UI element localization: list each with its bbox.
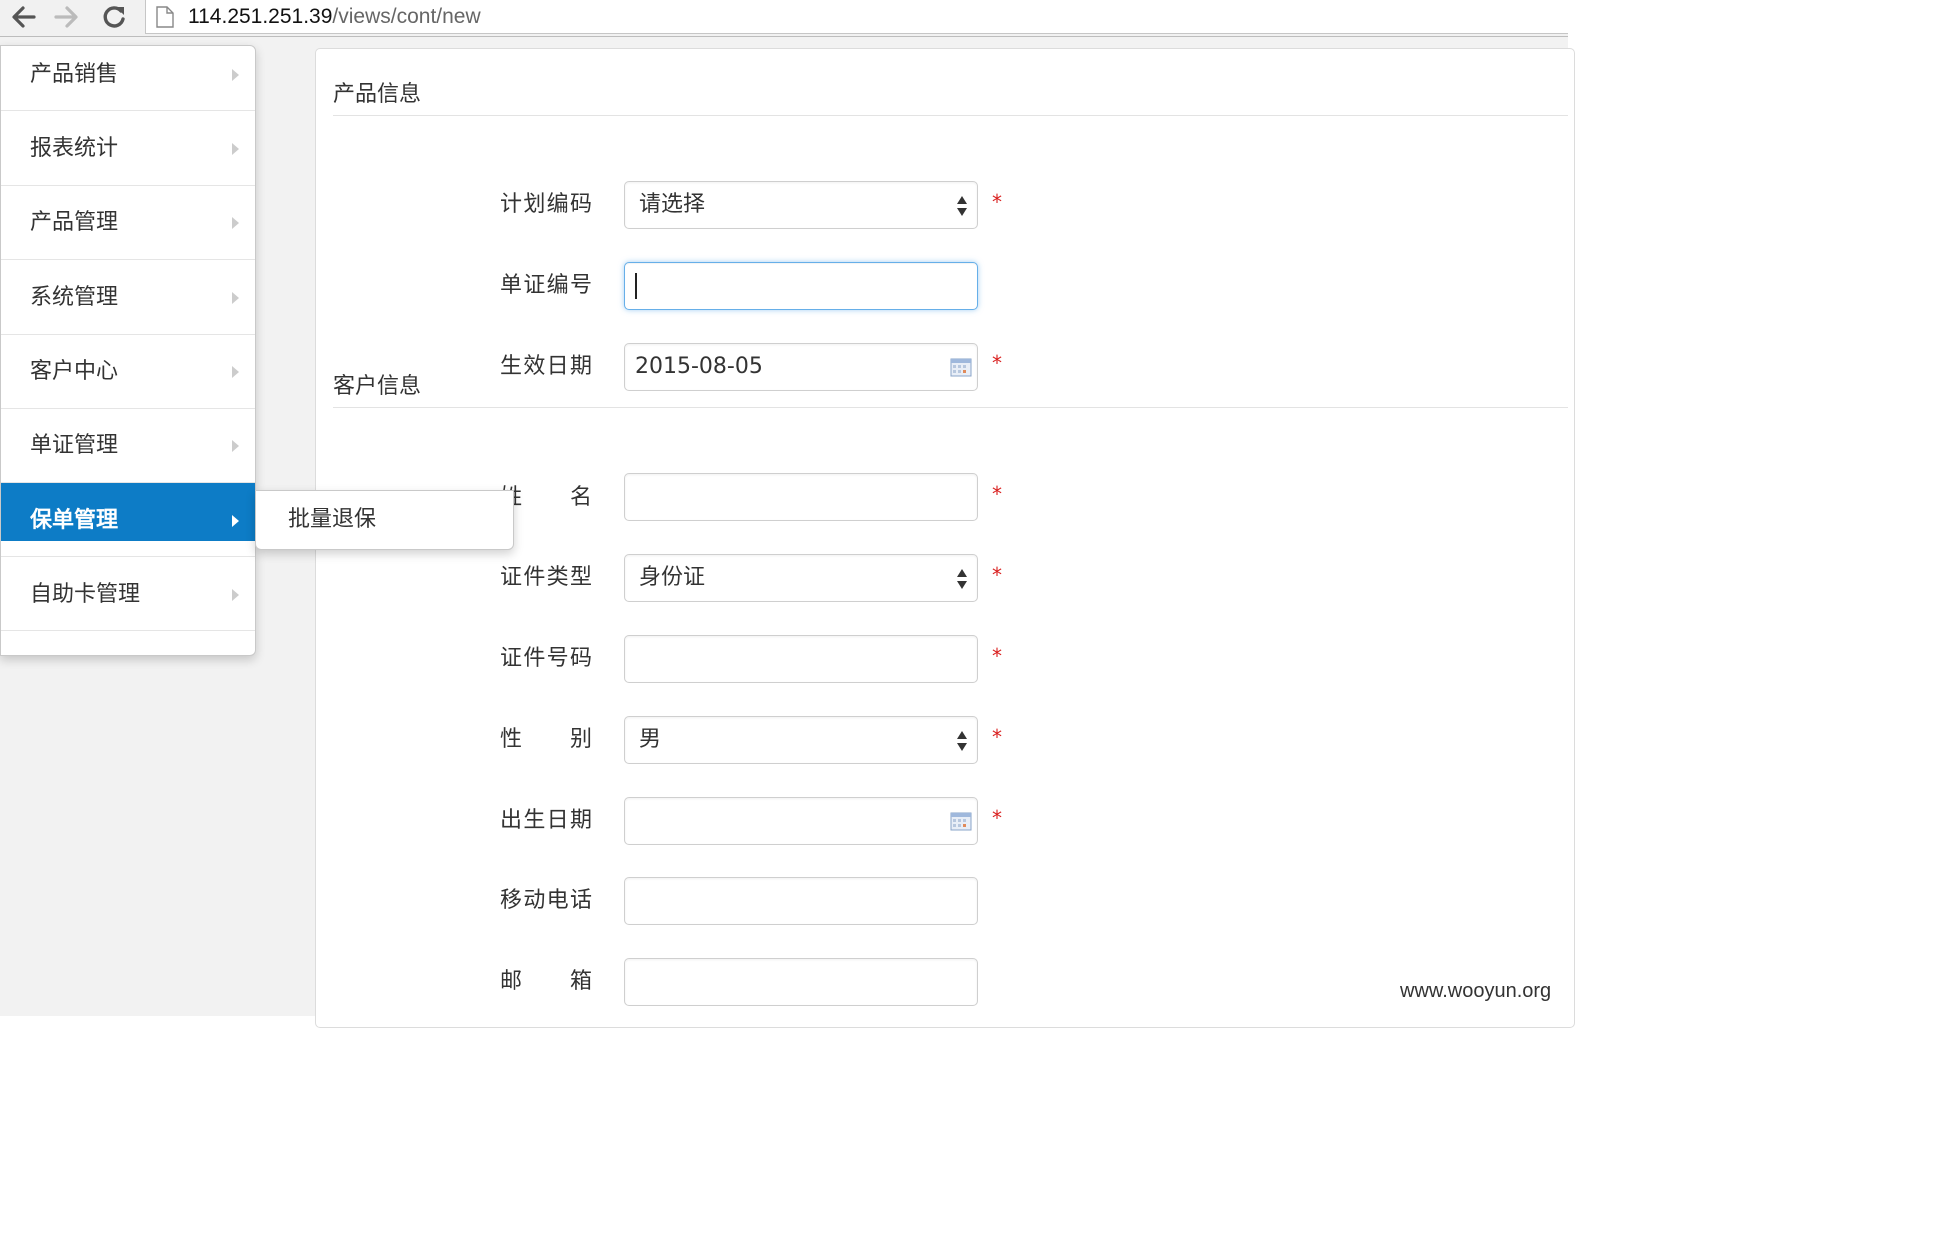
gender-value: 男 bbox=[639, 727, 662, 752]
doc-number-input[interactable] bbox=[624, 262, 978, 310]
select-arrows-icon bbox=[957, 196, 967, 216]
menu-divider bbox=[1, 185, 255, 186]
menu-divider bbox=[1, 630, 255, 631]
url-path: /views/cont/new bbox=[332, 5, 481, 28]
id-type-value: 身份证 bbox=[639, 565, 706, 590]
reload-icon[interactable] bbox=[97, 2, 131, 32]
name-input[interactable] bbox=[624, 473, 978, 521]
menu-item-label: 产品销售 bbox=[30, 62, 119, 87]
url-host: 114.251.251.39 bbox=[188, 5, 333, 28]
submenu-item-batch-surrender[interactable]: 批量退保 bbox=[288, 506, 376, 534]
required-mark: * bbox=[992, 725, 1002, 749]
text-caret bbox=[635, 273, 637, 299]
menu-item-label: 产品管理 bbox=[30, 210, 119, 235]
caret-right-icon bbox=[232, 143, 239, 155]
id-type-label: 证件类型 bbox=[500, 565, 592, 590]
section-divider bbox=[333, 115, 1568, 116]
url-text: 114.251.251.39/views/cont/new bbox=[188, 3, 481, 31]
effective-date-label: 生效日期 bbox=[500, 354, 592, 379]
calendar-icon[interactable] bbox=[950, 811, 972, 831]
menu-item-product-sales[interactable]: 产品销售 bbox=[1, 46, 255, 104]
menu-divider bbox=[1, 556, 255, 557]
menu-item-label: 保单管理 bbox=[30, 508, 119, 533]
menu-item-system-management[interactable]: 系统管理 bbox=[1, 269, 255, 327]
caret-right-icon bbox=[232, 515, 239, 527]
section-title-product: 产品信息 bbox=[333, 82, 422, 107]
menu-item-label: 自助卡管理 bbox=[30, 582, 141, 607]
side-menu: 产品销售 报表统计 产品管理 系统管理 客户中心 单证管理 保单管理 自助卡管理 bbox=[0, 45, 256, 656]
required-mark: * bbox=[992, 190, 1002, 214]
birth-date-input[interactable] bbox=[624, 797, 978, 845]
caret-right-icon bbox=[232, 217, 239, 229]
watermark: www.wooyun.org bbox=[1400, 980, 1552, 1002]
gender-label: 性 别 bbox=[500, 727, 592, 752]
menu-divider bbox=[1, 408, 255, 409]
id-type-select[interactable]: 身份证 bbox=[624, 554, 978, 602]
id-number-label: 证件号码 bbox=[500, 646, 592, 671]
birth-date-label: 出生日期 bbox=[500, 808, 592, 833]
menu-item-label: 系统管理 bbox=[30, 285, 119, 310]
select-arrows-icon bbox=[957, 569, 967, 589]
submenu-flyout: 批量退保 bbox=[255, 490, 514, 550]
mobile-label: 移动电话 bbox=[500, 888, 592, 913]
caret-right-icon bbox=[232, 69, 239, 81]
caret-right-icon bbox=[232, 366, 239, 378]
plan-code-value: 请选择 bbox=[639, 192, 706, 217]
effective-date-input[interactable]: 2015-08-05 bbox=[624, 343, 978, 391]
required-mark: * bbox=[992, 351, 1002, 375]
select-arrows-icon bbox=[957, 731, 967, 751]
menu-item-label: 报表统计 bbox=[30, 136, 119, 161]
address-bar[interactable]: 114.251.251.39/views/cont/new bbox=[145, 0, 1568, 34]
menu-divider bbox=[1, 110, 255, 111]
menu-item-policy-management[interactable]: 保单管理 bbox=[1, 483, 255, 541]
back-arrow-icon[interactable] bbox=[6, 2, 40, 32]
doc-number-label: 单证编号 bbox=[500, 273, 592, 298]
browser-toolbar: 114.251.251.39/views/cont/new bbox=[0, 0, 1568, 37]
menu-item-customer-center[interactable]: 客户中心 bbox=[1, 343, 255, 401]
caret-right-icon bbox=[232, 589, 239, 601]
required-mark: * bbox=[992, 644, 1002, 668]
effective-date-value: 2015-08-05 bbox=[635, 354, 763, 379]
required-mark: * bbox=[992, 482, 1002, 506]
email-input[interactable] bbox=[624, 958, 978, 1006]
menu-item-self-service-card[interactable]: 自助卡管理 bbox=[1, 566, 255, 624]
email-label: 邮 箱 bbox=[500, 969, 592, 994]
mobile-input[interactable] bbox=[624, 877, 978, 925]
plan-code-select[interactable]: 请选择 bbox=[624, 181, 978, 229]
calendar-icon[interactable] bbox=[950, 357, 972, 377]
menu-item-product-management[interactable]: 产品管理 bbox=[1, 194, 255, 252]
plan-code-label: 计划编码 bbox=[500, 192, 592, 217]
menu-item-label: 客户中心 bbox=[30, 359, 119, 384]
menu-item-reports[interactable]: 报表统计 bbox=[1, 120, 255, 178]
id-number-input[interactable] bbox=[624, 635, 978, 683]
menu-item-label: 单证管理 bbox=[30, 433, 119, 458]
gender-select[interactable]: 男 bbox=[624, 716, 978, 764]
caret-right-icon bbox=[232, 292, 239, 304]
forward-arrow-icon[interactable] bbox=[50, 2, 84, 32]
menu-divider bbox=[1, 259, 255, 260]
menu-divider bbox=[1, 334, 255, 335]
menu-item-document-management[interactable]: 单证管理 bbox=[1, 417, 255, 475]
section-title-customer: 客户信息 bbox=[333, 374, 422, 399]
required-mark: * bbox=[992, 563, 1002, 587]
caret-right-icon bbox=[232, 440, 239, 452]
required-mark: * bbox=[992, 806, 1002, 830]
page-icon bbox=[156, 6, 174, 32]
section-divider bbox=[333, 407, 1568, 408]
